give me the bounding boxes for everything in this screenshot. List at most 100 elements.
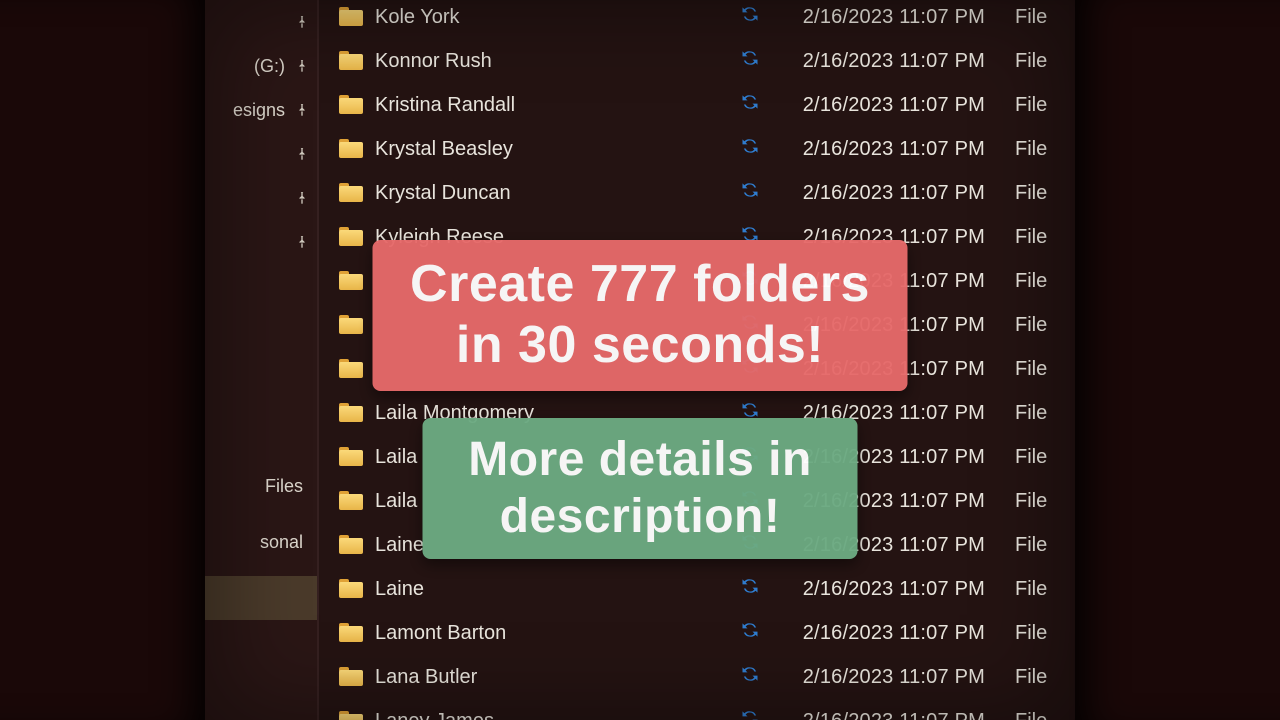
folder-row[interactable]: Lana Butler2/16/2023 11:07 PMFile [339,655,1075,699]
date-modified: 2/16/2023 11:07 PM [785,138,1015,161]
item-type: File [1015,710,1075,720]
folder-icon [339,139,365,159]
pin-icon [293,145,311,163]
folder-row[interactable]: Kole York 2/16/2023 11:07 PMFile [339,0,1075,39]
sidebar-item[interactable]: (G:) [205,44,317,88]
sidebar-item[interactable] [205,132,317,176]
item-type: File [1015,534,1075,557]
date-modified: 2/16/2023 11:07 PM [785,94,1015,117]
item-type: File [1015,314,1075,337]
sync-status [715,92,785,118]
date-modified: 2/16/2023 11:07 PM [785,6,1015,29]
folder-icon [339,227,365,247]
folder-name: Kristina Randall [375,94,715,117]
sidebar-item-label: sonal [205,532,311,553]
sync-status [715,664,785,690]
sidebar-item[interactable]: esigns [205,88,317,132]
sidebar-item[interactable]: sonal [205,520,317,564]
folder-name: Lana Butler [375,666,715,689]
sync-icon [740,136,760,162]
item-type: File [1015,50,1075,73]
pin-icon [293,13,311,31]
sync-icon [740,576,760,602]
sidebar-item[interactable] [205,0,317,44]
pin-icon [293,57,311,75]
sync-status [715,620,785,646]
sync-icon [740,620,760,646]
folder-row[interactable]: Krystal Duncan 2/16/2023 11:07 PMFile [339,171,1075,215]
item-type: File [1015,402,1075,425]
folder-icon [339,491,365,511]
pin-icon [293,101,311,119]
folder-row[interactable]: Laine 2/16/2023 11:07 PMFile [339,567,1075,611]
overlay-banner-green-text: More details in description! [468,433,812,543]
sidebar-item-label: (G:) [205,56,293,77]
item-type: File [1015,446,1075,469]
item-type: File [1015,578,1075,601]
sync-status [715,48,785,74]
folder-icon [339,403,365,423]
folder-icon [339,667,365,687]
sync-icon [740,92,760,118]
folder-icon [339,315,365,335]
viewport: (G:) esigns Files sonal Kole York 2/16/2023 … [0,0,1280,720]
item-type: File [1015,138,1075,161]
sidebar-item-label: esigns [205,100,293,121]
folder-icon [339,95,365,115]
folder-icon [339,447,365,467]
folder-icon [339,271,365,291]
sync-status [715,4,785,30]
folder-name: Laine [375,578,715,601]
sidebar-item-label: Files [205,476,311,497]
folder-row[interactable]: Konnor Rush 2/16/2023 11:07 PMFile [339,39,1075,83]
item-type: File [1015,6,1075,29]
folder-icon [339,535,365,555]
folder-name: Laney James [375,710,715,720]
item-type: File [1015,226,1075,249]
folder-icon [339,623,365,643]
folder-icon [339,7,365,27]
item-type: File [1015,94,1075,117]
date-modified: 2/16/2023 11:07 PM [785,578,1015,601]
item-type: File [1015,270,1075,293]
item-type: File [1015,358,1075,381]
sync-status [715,708,785,720]
letterbox-left [0,0,205,720]
sync-status [715,180,785,206]
folder-icon [339,359,365,379]
item-type: File [1015,182,1075,205]
date-modified: 2/16/2023 11:07 PM [785,710,1015,720]
folder-name: Kole York [375,6,715,29]
folder-name: Krystal Beasley [375,138,715,161]
item-type: File [1015,622,1075,645]
folder-name: Konnor Rush [375,50,715,73]
sidebar-item[interactable]: Files [205,464,317,508]
folder-icon [339,711,365,720]
pin-icon [293,233,311,251]
date-modified: 2/16/2023 11:07 PM [785,622,1015,645]
sync-icon [740,664,760,690]
sidebar-item[interactable] [205,220,317,264]
sidebar-item[interactable] [205,576,317,620]
letterbox-right [1075,0,1280,720]
overlay-banner-red: Create 777 folders in 30 seconds! [373,240,908,391]
sync-status [715,576,785,602]
folder-name: Lamont Barton [375,622,715,645]
folder-icon [339,51,365,71]
date-modified: 2/16/2023 11:07 PM [785,182,1015,205]
folder-icon [339,579,365,599]
sync-icon [740,180,760,206]
date-modified: 2/16/2023 11:07 PM [785,50,1015,73]
sidebar-item[interactable] [205,176,317,220]
folder-icon [339,183,365,203]
date-modified: 2/16/2023 11:07 PM [785,666,1015,689]
folder-row[interactable]: Krystal Beasley 2/16/2023 11:07 PMFile [339,127,1075,171]
folder-row[interactable]: Kristina Randall 2/16/2023 11:07 PMFile [339,83,1075,127]
pin-icon [293,189,311,207]
navigation-pane[interactable]: (G:) esigns Files sonal [205,0,319,720]
overlay-banner-red-text: Create 777 folders in 30 seconds! [410,255,870,374]
folder-name: Krystal Duncan [375,182,715,205]
folder-row[interactable]: Lamont Barton 2/16/2023 11:07 PMFile [339,611,1075,655]
folder-row[interactable]: Laney James 2/16/2023 11:07 PMFile [339,699,1075,720]
sync-icon [740,4,760,30]
